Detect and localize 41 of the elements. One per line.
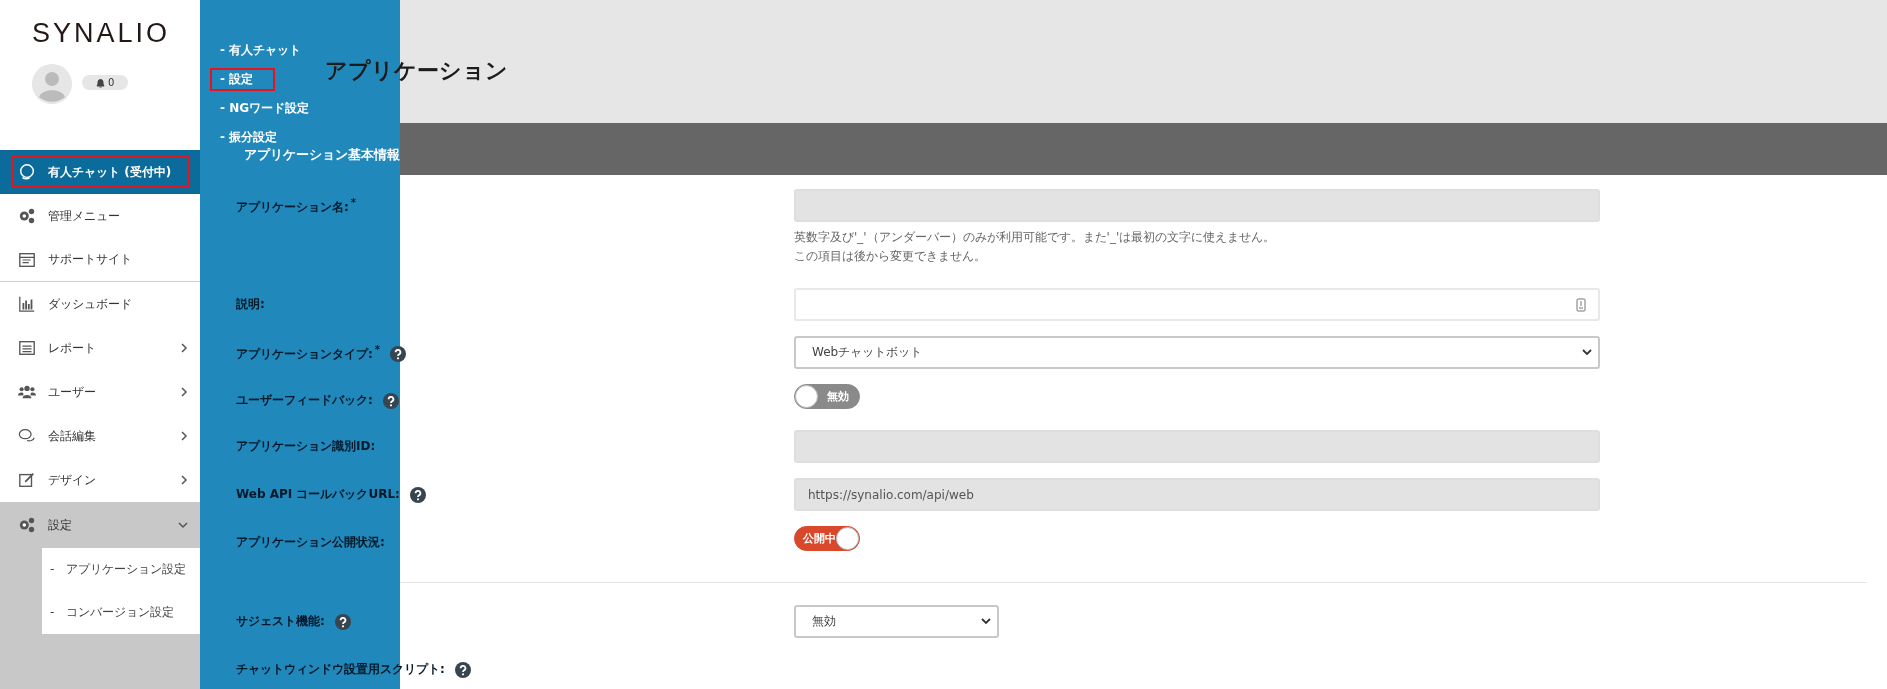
flyout-menu-item[interactable]: - NGワード設定 — [210, 97, 332, 120]
field-label: アプリケーション公開状況: — [236, 534, 385, 551]
chevron-right-icon — [180, 431, 188, 441]
flyout-menu-item[interactable]: - 振分設定 — [210, 126, 300, 149]
list-icon — [18, 339, 36, 357]
chevron-right-icon — [180, 387, 188, 397]
field-label: アプリケーションタイプ: $^{*}$ — [236, 344, 381, 363]
text-field[interactable] — [794, 288, 1600, 321]
sidebar-item[interactable]: 有人チャット (受付中) — [0, 150, 200, 194]
sidebar-item[interactable]: 設定 — [0, 502, 200, 548]
field-hint: 英数字及び'_'（アンダーバー）のみが利用可能です。また'_'は最初の文字に使えません。 この項目は後から変更できません。 — [794, 229, 1277, 265]
chevron-down-icon — [178, 521, 188, 529]
browser-window-icon — [18, 250, 36, 269]
field-label: 説明: — [236, 296, 265, 313]
edit-icon — [18, 471, 36, 489]
toggle-switch[interactable]: 公開中 — [794, 526, 860, 551]
field-label: ユーザーフィードバック: — [236, 392, 373, 409]
chevron-down-icon — [1582, 349, 1592, 356]
bell-icon — [96, 77, 105, 88]
section-title: アプリケーション基本情報 — [244, 146, 400, 164]
submenu-item[interactable]: - アプリケーション設定 — [42, 548, 200, 591]
field-label: サジェスト機能: — [236, 613, 325, 630]
field-label: Web API コールバックURL: — [236, 486, 400, 503]
bar-chart-icon — [18, 295, 36, 313]
flyout-menu-item[interactable]: - 設定 — [210, 68, 276, 91]
chevron-down-icon — [981, 618, 991, 625]
field-label: アプリケーション識別ID: — [236, 438, 376, 455]
submenu-item[interactable]: - コンバージョン設定 — [42, 591, 200, 634]
help-icon[interactable] — [454, 661, 471, 678]
flyout-menu-item[interactable]: - 有人チャット — [210, 39, 324, 62]
chevron-right-icon — [180, 343, 188, 353]
chevron-right-icon — [180, 475, 188, 485]
gears-icon — [18, 516, 36, 534]
headset-icon — [18, 163, 36, 181]
notification-badge[interactable]: 0 — [82, 75, 128, 90]
select-dropdown[interactable]: 無効 — [794, 605, 999, 638]
select-dropdown[interactable]: Webチャットボット — [794, 336, 1600, 369]
field-label: アプリケーション名: $^{*}$ — [236, 197, 357, 216]
gears-icon — [18, 207, 36, 225]
logo: SYNALIO — [31, 17, 172, 48]
users-icon — [18, 383, 36, 401]
